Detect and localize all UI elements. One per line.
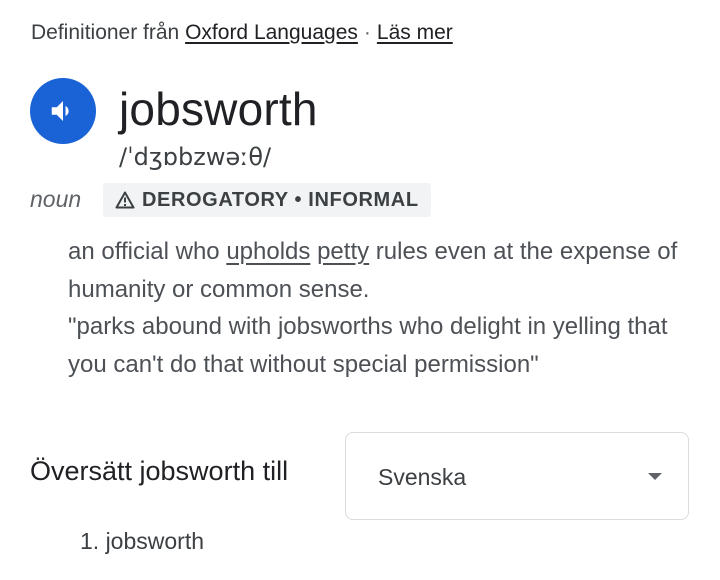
oxford-languages-link[interactable]: Oxford Languages	[185, 21, 358, 44]
register-label: DEROGATORY • INFORMAL	[142, 188, 419, 211]
upholds-link[interactable]: upholds	[226, 238, 310, 265]
definition-part-1: an official who	[68, 238, 227, 265]
phonetic-spelling: /ˈdʒɒbzwəːθ/	[119, 143, 272, 171]
source-separator: ·	[363, 21, 371, 44]
definition-source: Definitioner från Oxford Languages · Läs m…	[31, 21, 453, 45]
petty-link[interactable]: petty	[317, 238, 369, 265]
selected-language: Svenska	[378, 464, 467, 490]
headword: jobsworth	[119, 83, 318, 135]
register-badge: DEROGATORY • INFORMAL	[103, 183, 431, 217]
language-select[interactable]: Svenska	[345, 432, 689, 520]
part-of-speech: noun	[30, 186, 82, 212]
translate-label: Översätt jobsworth till	[30, 456, 289, 486]
translation-item: 1. jobsworth	[80, 528, 205, 554]
read-more-link[interactable]: Läs mer	[377, 21, 453, 44]
volume-up-icon	[48, 96, 78, 126]
translation-list: 1. jobsworth	[80, 528, 204, 555]
source-prefix: Definitioner från	[31, 21, 180, 44]
warning-triangle-icon	[115, 191, 135, 209]
example-sentence: "parks abound with jobsworths who deligh…	[68, 313, 668, 378]
pronunciation-audio-button[interactable]	[30, 78, 96, 144]
definition-text: an official who upholds petty rules even…	[68, 233, 708, 308]
dropdown-arrow-icon	[648, 473, 662, 480]
